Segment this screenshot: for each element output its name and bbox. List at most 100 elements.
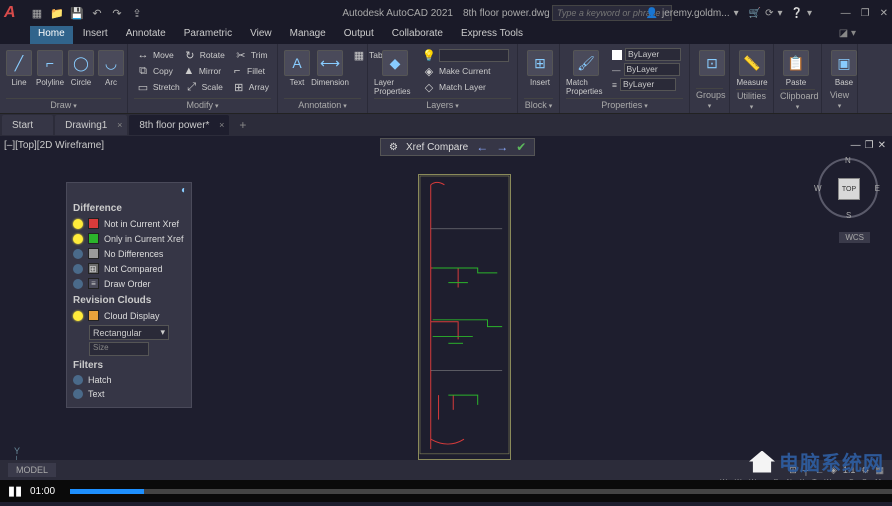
tab-output[interactable]: Output — [336, 26, 382, 44]
panel-title-annotation[interactable]: Annotation — [284, 98, 361, 111]
panel-clipboard: 📋Paste Clipboard — [774, 44, 822, 113]
tool-arc[interactable]: ◡Arc — [98, 46, 124, 87]
doctab-drawing1[interactable]: Drawing1× — [55, 115, 127, 135]
add-tab-button[interactable]: + — [231, 118, 254, 132]
minimize-button[interactable]: — — [841, 8, 851, 19]
help-icon[interactable]: ❔ — [791, 8, 803, 19]
doctab-start[interactable]: Start — [2, 115, 53, 135]
panel-title-layers[interactable]: Layers — [374, 98, 511, 111]
user-menu[interactable]: 👤 jeremy.goldm... ▾ 🛒 ⟳ ▾ ❔ ▾ — [646, 8, 812, 19]
sync-icon[interactable]: ⟳ — [765, 8, 773, 19]
viewcube-top[interactable]: TOP — [838, 178, 860, 200]
panel-title-draw[interactable]: Draw — [6, 98, 121, 111]
qat-redo-icon[interactable]: ↷ — [110, 6, 124, 20]
row-cloud-display[interactable]: Cloud Display — [67, 308, 191, 323]
viewport-maximize-icon[interactable]: ❐ — [865, 140, 874, 151]
tab-collaborate[interactable]: Collaborate — [384, 26, 451, 44]
row-no-differences[interactable]: No Differences — [67, 246, 191, 261]
cloud-size-input[interactable]: Size — [89, 342, 149, 356]
viewport-minimize-icon[interactable]: — — [851, 140, 861, 151]
row-draw-order[interactable]: ≡Draw Order — [67, 276, 191, 291]
pause-button[interactable]: ▮▮ — [0, 483, 30, 499]
panel-title-modify[interactable]: Modify — [134, 98, 271, 111]
section-revision: Revision Clouds — [67, 291, 191, 308]
tool-line[interactable]: ╱Line — [6, 46, 32, 87]
qat-share-icon[interactable]: ⇪ — [130, 6, 144, 20]
qat-save-icon[interactable]: 💾 — [70, 6, 84, 20]
accept-icon[interactable]: ✔ — [516, 140, 526, 154]
close-button[interactable]: ✕ — [880, 8, 888, 19]
viewport-label[interactable]: [–][Top][2D Wireframe] — [4, 140, 104, 151]
row-filter-hatch[interactable]: Hatch — [67, 373, 191, 387]
close-icon[interactable]: × — [219, 120, 224, 130]
tab-manage[interactable]: Manage — [282, 26, 334, 44]
qat-open-icon[interactable]: 📁 — [50, 6, 64, 20]
row-not-in-current[interactable]: Not in Current Xref — [67, 216, 191, 231]
table-icon: ▦ — [352, 48, 366, 62]
house-icon — [749, 451, 775, 473]
panel-annotation: AText ⟷Dimension ▦Table Annotation — [278, 44, 368, 113]
panel-block: ⊞Insert Block — [518, 44, 560, 113]
fillet-icon: ⌐ — [230, 64, 244, 78]
progress-fill — [70, 489, 144, 494]
play-time: 01:00 — [30, 486, 70, 497]
panel-menu-icon[interactable]: ◐ — [181, 185, 187, 197]
bulb-icon — [73, 375, 83, 385]
tool-dimension[interactable]: ⟷Dimension — [314, 46, 346, 87]
match-layer-icon: ◇ — [422, 80, 436, 94]
video-player-bar: ▮▮ 01:00 — [0, 480, 892, 502]
gear-icon[interactable]: ⚙ — [389, 142, 398, 153]
row-filter-text[interactable]: Text — [67, 387, 191, 401]
cloud-shape-select[interactable]: Rectangular▾ — [89, 325, 169, 340]
progress-bar[interactable] — [70, 489, 892, 494]
make-current-icon: ◈ — [422, 64, 436, 78]
tab-annotate[interactable]: Annotate — [118, 26, 174, 44]
model-tab[interactable]: MODEL — [8, 463, 56, 477]
view-cube[interactable]: TOP N S E W — [818, 158, 878, 218]
tab-home[interactable]: Home — [30, 26, 73, 44]
doctab-8th-floor[interactable]: 8th floor power*× — [129, 115, 229, 135]
tool-text[interactable]: AText — [284, 46, 310, 87]
tab-view[interactable]: View — [242, 26, 280, 44]
file-name: 8th floor power.dwg — [463, 8, 550, 19]
qat-new-icon[interactable]: ▦ — [30, 6, 44, 20]
tool-group[interactable]: ⊡ — [696, 46, 728, 76]
panel-title-groups[interactable]: Groups — [696, 88, 723, 111]
viewport-close-icon[interactable]: ✕ — [878, 140, 886, 151]
cart-icon[interactable]: 🛒 — [749, 8, 761, 19]
panel-view: ▣Base View — [822, 44, 858, 113]
tool-base[interactable]: ▣Base — [828, 46, 860, 87]
mirror-icon: ▲ — [182, 64, 196, 78]
tool-paste[interactable]: 📋Paste — [780, 46, 812, 87]
section-filters: Filters — [67, 356, 191, 373]
tool-measure[interactable]: 📏Measure — [736, 46, 768, 87]
panel-title-properties[interactable]: Properties — [566, 98, 683, 111]
panel-title-utilities[interactable]: Utilities — [736, 89, 767, 112]
panel-title-view[interactable]: View — [828, 89, 851, 111]
wcs-badge[interactable]: WCS — [839, 232, 870, 243]
tab-express[interactable]: Express Tools — [453, 26, 531, 44]
tab-insert[interactable]: Insert — [75, 26, 116, 44]
section-difference: Difference — [67, 199, 191, 216]
tool-polyline[interactable]: ⌐Polyline — [36, 46, 64, 87]
tool-layer-properties[interactable]: ◆Layer Properties — [374, 46, 416, 96]
tab-parametric[interactable]: Parametric — [176, 26, 240, 44]
row-only-in-current[interactable]: Only in Current Xref — [67, 231, 191, 246]
qat-undo-icon[interactable]: ↶ — [90, 6, 104, 20]
panel-properties: 🖌Match Properties ByLayer —ByLayer ≡ByLa… — [560, 44, 690, 113]
next-diff-icon[interactable]: → — [496, 140, 508, 154]
prev-diff-icon[interactable]: ← — [476, 140, 488, 154]
panel-title-block[interactable]: Block — [524, 98, 553, 111]
ribbon-tabs: Home Insert Annotate Parametric View Man… — [0, 26, 892, 44]
tool-match-properties[interactable]: 🖌Match Properties — [566, 46, 606, 96]
tool-insert[interactable]: ⊞Insert — [524, 46, 556, 87]
maximize-button[interactable]: ❐ — [861, 8, 870, 19]
bulb-icon — [73, 311, 83, 321]
panel-title-clipboard[interactable]: Clipboard — [780, 89, 815, 112]
tool-circle[interactable]: ◯Circle — [68, 46, 94, 87]
row-not-compared[interactable]: ⊞Not Compared — [67, 261, 191, 276]
bulb-icon — [73, 234, 83, 244]
ribbon-collapse-icon[interactable]: ◪ ▾ — [833, 26, 862, 44]
close-icon[interactable]: × — [117, 120, 122, 130]
title-bar: ▦ 📁 💾 ↶ ↷ ⇪ Autodesk AutoCAD 2021 8th fl… — [0, 0, 892, 26]
